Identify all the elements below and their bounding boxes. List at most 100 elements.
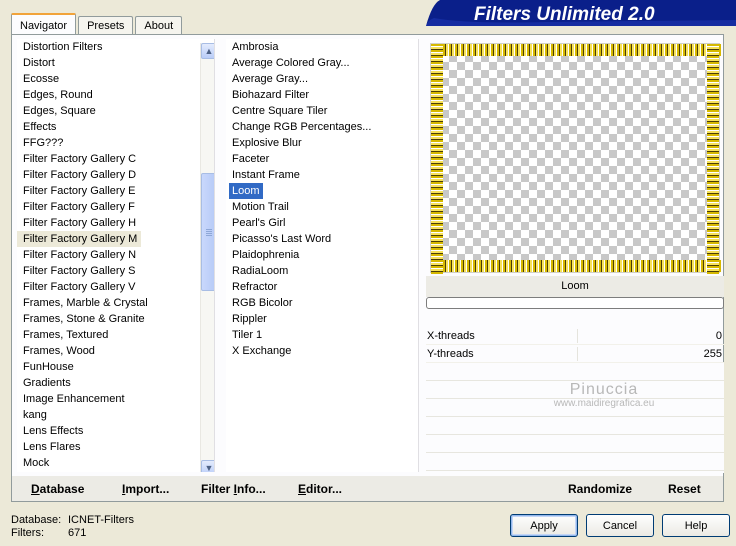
filter-item[interactable]: Ambrosia xyxy=(226,39,418,55)
category-item[interactable]: Lens Effects xyxy=(17,423,214,439)
category-item[interactable]: Filter Factory Gallery V xyxy=(17,279,214,295)
filters-count: 671 xyxy=(68,527,87,539)
category-item[interactable]: Filter Factory Gallery F xyxy=(17,199,214,215)
transparency-checkerboard xyxy=(441,54,711,264)
grip-icon xyxy=(206,228,212,236)
status-info: Database: ICNET-Filters Filters: 671 xyxy=(11,514,134,540)
filter-item[interactable]: Picasso's Last Word xyxy=(226,231,418,247)
category-list[interactable]: Distortion Filters Distort Ecosse Edges,… xyxy=(17,39,215,472)
filter-item[interactable]: Faceter xyxy=(226,151,418,167)
category-item[interactable]: Mock xyxy=(17,455,214,471)
filters-label: Filters: xyxy=(11,527,44,539)
tab-navigator[interactable]: Navigator xyxy=(11,13,77,36)
filter-item[interactable]: Motion Trail xyxy=(226,199,418,215)
button-label: nfo... xyxy=(237,482,266,496)
empty-parameter-rows xyxy=(426,363,724,473)
category-item[interactable]: Frames, Textured xyxy=(17,327,214,343)
filter-item[interactable]: X Exchange xyxy=(226,343,418,359)
watermark: Pinuccia www.maidiregrafica.eu xyxy=(534,381,674,409)
filter-item[interactable]: Instant Frame xyxy=(226,167,418,183)
mnemonic: D xyxy=(31,482,40,496)
category-item[interactable]: FFG??? xyxy=(17,135,214,151)
filter-item[interactable]: Pearl's Girl xyxy=(226,215,418,231)
title-banner: Filters Unlimited 2.0 xyxy=(426,0,736,26)
param-x-threads[interactable]: X-threads 0 xyxy=(426,327,724,345)
param-y-threads[interactable]: Y-threads 255 xyxy=(426,345,724,363)
category-item-selected[interactable]: Filter Factory Gallery M xyxy=(17,231,142,247)
category-item[interactable]: Edges, Square xyxy=(17,103,214,119)
category-item[interactable]: Edges, Round xyxy=(17,87,214,103)
cancel-button[interactable]: Cancel xyxy=(586,514,654,537)
scroll-thumb[interactable] xyxy=(201,173,214,291)
filter-item[interactable]: Refractor xyxy=(226,279,418,295)
category-item[interactable]: Distortion Filters xyxy=(17,39,214,55)
param-value: 255 xyxy=(703,348,722,360)
database-button[interactable]: Database xyxy=(31,480,84,498)
divider xyxy=(577,347,578,361)
current-filter-name: Loom xyxy=(426,276,724,297)
category-scrollbar[interactable]: ▲ ▼ xyxy=(200,43,214,472)
filter-item[interactable]: Change RGB Percentages... xyxy=(226,119,418,135)
filter-item[interactable]: Centre Square Tiler xyxy=(226,103,418,119)
filter-item[interactable]: Biohazard Filter xyxy=(226,87,418,103)
scroll-down-arrow-icon[interactable]: ▼ xyxy=(201,460,214,472)
category-item[interactable]: Distort xyxy=(17,55,214,71)
scroll-up-arrow-icon[interactable]: ▲ xyxy=(201,43,214,59)
filter-item-selected[interactable]: Loom xyxy=(229,183,263,199)
watermark-url: www.maidiregrafica.eu xyxy=(553,398,655,409)
filter-info-button[interactable]: Filter Info... xyxy=(201,480,266,498)
category-item[interactable]: Ecosse xyxy=(17,71,214,87)
button-label: ditor... xyxy=(306,482,343,496)
filter-item[interactable]: Explosive Blur xyxy=(226,135,418,151)
help-button[interactable]: Help xyxy=(662,514,730,537)
filter-item[interactable]: Average Colored Gray... xyxy=(226,55,418,71)
import-button[interactable]: Import... xyxy=(122,480,169,498)
param-label: X-threads xyxy=(427,330,475,342)
filter-item[interactable]: Average Gray... xyxy=(226,71,418,87)
reset-button[interactable]: Reset xyxy=(668,480,701,498)
param-value: 0 xyxy=(715,330,722,342)
param-label: Y-threads xyxy=(427,348,474,360)
category-item[interactable]: Lens Flares xyxy=(17,439,214,455)
loom-frame-right xyxy=(707,44,719,274)
filter-item[interactable]: RGB Bicolor xyxy=(226,295,418,311)
category-item[interactable]: Frames, Stone & Granite xyxy=(17,311,214,327)
tab-about[interactable]: About xyxy=(135,16,183,35)
apply-button[interactable]: Apply xyxy=(510,514,578,537)
category-item[interactable]: Filter Factory Gallery H xyxy=(17,215,214,231)
randomize-button[interactable]: Randomize xyxy=(568,480,632,498)
category-item[interactable]: FunHouse xyxy=(17,359,214,375)
category-item[interactable]: Frames, Wood xyxy=(17,343,214,359)
category-item[interactable]: Filter Factory Gallery D xyxy=(17,167,214,183)
category-item[interactable]: Gradients xyxy=(17,375,214,391)
filter-item[interactable]: Tiler 1 xyxy=(226,327,418,343)
preview-image xyxy=(430,43,721,274)
database-value: ICNET-Filters xyxy=(68,514,134,526)
tab-presets[interactable]: Presets xyxy=(78,16,134,35)
filter-list[interactable]: Ambrosia Average Colored Gray... Average… xyxy=(226,39,419,472)
divider xyxy=(577,329,578,343)
category-item[interactable]: Filter Factory Gallery S xyxy=(17,263,214,279)
category-item[interactable]: Filter Factory Gallery C xyxy=(17,151,214,167)
mnemonic: E xyxy=(298,482,307,496)
navigator-panel: Distortion Filters Distort Ecosse Edges,… xyxy=(11,34,724,502)
editor-button[interactable]: Editor... xyxy=(298,480,342,498)
watermark-name: Pinuccia xyxy=(569,381,639,398)
category-item[interactable]: Frames, Marble & Crystal xyxy=(17,295,214,311)
app-title: Filters Unlimited 2.0 xyxy=(474,4,655,25)
filter-item[interactable]: RadiaLoom xyxy=(226,263,418,279)
progress-bar xyxy=(426,297,724,309)
category-item[interactable]: Effects xyxy=(17,119,214,135)
category-item[interactable]: Filter Factory Gallery E xyxy=(17,183,214,199)
category-item[interactable]: Filter Factory Gallery N xyxy=(17,247,214,263)
database-label: Database: xyxy=(11,514,62,526)
loom-frame-bottom xyxy=(431,260,721,272)
parameter-list: X-threads 0 Y-threads 255 xyxy=(426,327,724,363)
loom-frame-top xyxy=(431,44,721,56)
tab-strip: Navigator Presets About xyxy=(11,12,184,36)
category-item[interactable]: Image Enhancement xyxy=(17,391,214,407)
category-item[interactable]: kang xyxy=(17,407,214,423)
button-label: mport... xyxy=(125,482,170,496)
filter-item[interactable]: Plaidophrenia xyxy=(226,247,418,263)
filter-item[interactable]: Rippler xyxy=(226,311,418,327)
